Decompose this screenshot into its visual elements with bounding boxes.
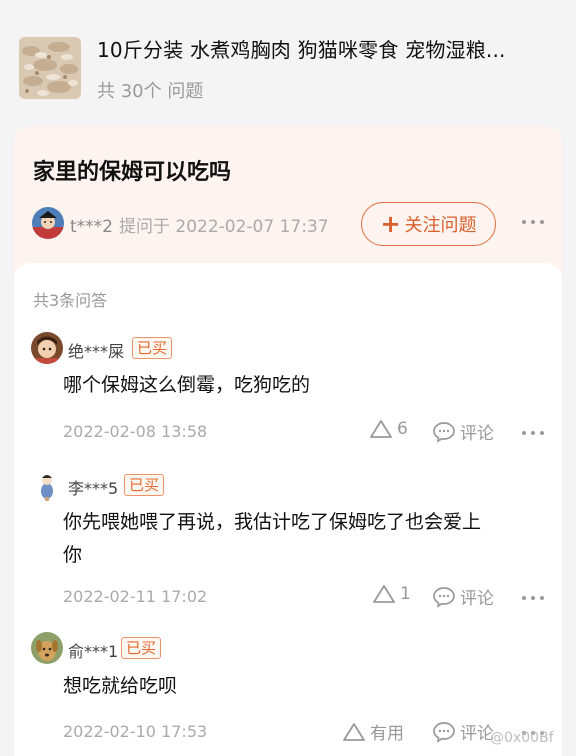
like-count: 6 bbox=[397, 419, 408, 439]
answerer-name: 李***5 bbox=[68, 479, 119, 498]
asked-time: 提问于 2022-02-07 17:37 bbox=[118, 217, 329, 237]
answer-text-line: 想吃就给吃呗 bbox=[63, 675, 178, 697]
like-action[interactable]: 1 bbox=[372, 584, 411, 604]
answer-text: 哪个保姆这么倒霉，吃狗吃的 bbox=[63, 369, 533, 402]
product-thumbnail bbox=[19, 37, 81, 99]
comment-action[interactable]: 评论 bbox=[432, 719, 494, 744]
answer-date: 2022-02-08 13:58 bbox=[63, 422, 208, 441]
plus-icon: + bbox=[380, 210, 401, 238]
more-dots-icon[interactable] bbox=[521, 425, 545, 439]
like-action[interactable]: 有用 bbox=[342, 719, 404, 744]
answer-text-line: 哪个保姆这么倒霉，吃狗吃的 bbox=[63, 374, 311, 396]
follow-label: 关注问题 bbox=[404, 215, 477, 236]
answers-panel: 共3条问答 绝***屎 已买 哪个保姆这么倒霉，吃狗吃的 2022-02-08 … bbox=[14, 263, 562, 756]
answer-date: 2022-02-10 17:53 bbox=[63, 722, 208, 741]
question-card: 家里的保姆可以吃吗 t***2 提问于 2022-02-07 17:37 + 关注… bbox=[14, 126, 562, 276]
answer-text-line: 你先喂她喂了再说，我估计吃了保姆吃了也会爱上 bbox=[63, 511, 482, 533]
follow-question-button[interactable]: + 关注问题 bbox=[361, 202, 496, 246]
comment-label: 评论 bbox=[460, 724, 494, 744]
comment-label: 评论 bbox=[460, 589, 494, 609]
triangle-like-icon bbox=[343, 722, 365, 741]
answer-text-line: 你 bbox=[63, 544, 83, 566]
answerer-avatar[interactable] bbox=[31, 332, 63, 364]
answerer-avatar[interactable] bbox=[31, 469, 63, 501]
asker-avatar[interactable] bbox=[32, 207, 64, 239]
triangle-like-icon bbox=[373, 585, 395, 603]
product-header[interactable]: 10斤分装 水煮鸡胸肉 狗猫咪零食 宠物湿粮... 共 30个 问题 bbox=[0, 0, 576, 126]
comment-label: 评论 bbox=[460, 424, 494, 444]
bought-badge: 已买 bbox=[121, 637, 162, 659]
product-question-count: 共 30个 问题 bbox=[97, 81, 204, 102]
asker-name: t***2 bbox=[70, 217, 113, 237]
product-title: 10斤分装 水煮鸡胸肉 狗猫咪零食 宠物湿粮... bbox=[97, 38, 506, 62]
answer-text: 想吃就给吃呗 bbox=[63, 670, 533, 703]
answers-count: 共3条问答 bbox=[33, 291, 108, 310]
bought-badge: 已买 bbox=[132, 337, 173, 359]
speech-bubble-icon bbox=[433, 586, 455, 608]
answer-text: 你先喂她喂了再说，我估计吃了保姆吃了也会爱上 你 bbox=[63, 506, 533, 572]
question-title: 家里的保姆可以吃吗 bbox=[33, 160, 232, 185]
like-action[interactable]: 6 bbox=[369, 419, 408, 439]
triangle-like-icon bbox=[370, 420, 392, 438]
more-dots-icon[interactable] bbox=[521, 590, 545, 604]
useful-label: 有用 bbox=[370, 724, 404, 744]
question-meta: t***2 提问于 2022-02-07 17:37 bbox=[70, 212, 329, 237]
more-dots-icon[interactable] bbox=[521, 214, 545, 228]
answer-date: 2022-02-11 17:02 bbox=[63, 587, 208, 606]
speech-bubble-icon bbox=[433, 421, 455, 443]
weibo-watermark: @0x00Bf bbox=[490, 730, 554, 746]
like-count: 1 bbox=[400, 584, 411, 604]
answerer-name: 俞***1 bbox=[68, 642, 119, 661]
answerer-avatar[interactable] bbox=[31, 632, 63, 664]
bought-badge: 已买 bbox=[124, 474, 165, 496]
answerer-name: 绝***屎 bbox=[68, 342, 125, 361]
comment-action[interactable]: 评论 bbox=[432, 419, 494, 444]
qa-page: 问答 bbox=[0, 0, 576, 756]
speech-bubble-icon bbox=[433, 721, 455, 743]
comment-action[interactable]: 评论 bbox=[432, 584, 494, 609]
